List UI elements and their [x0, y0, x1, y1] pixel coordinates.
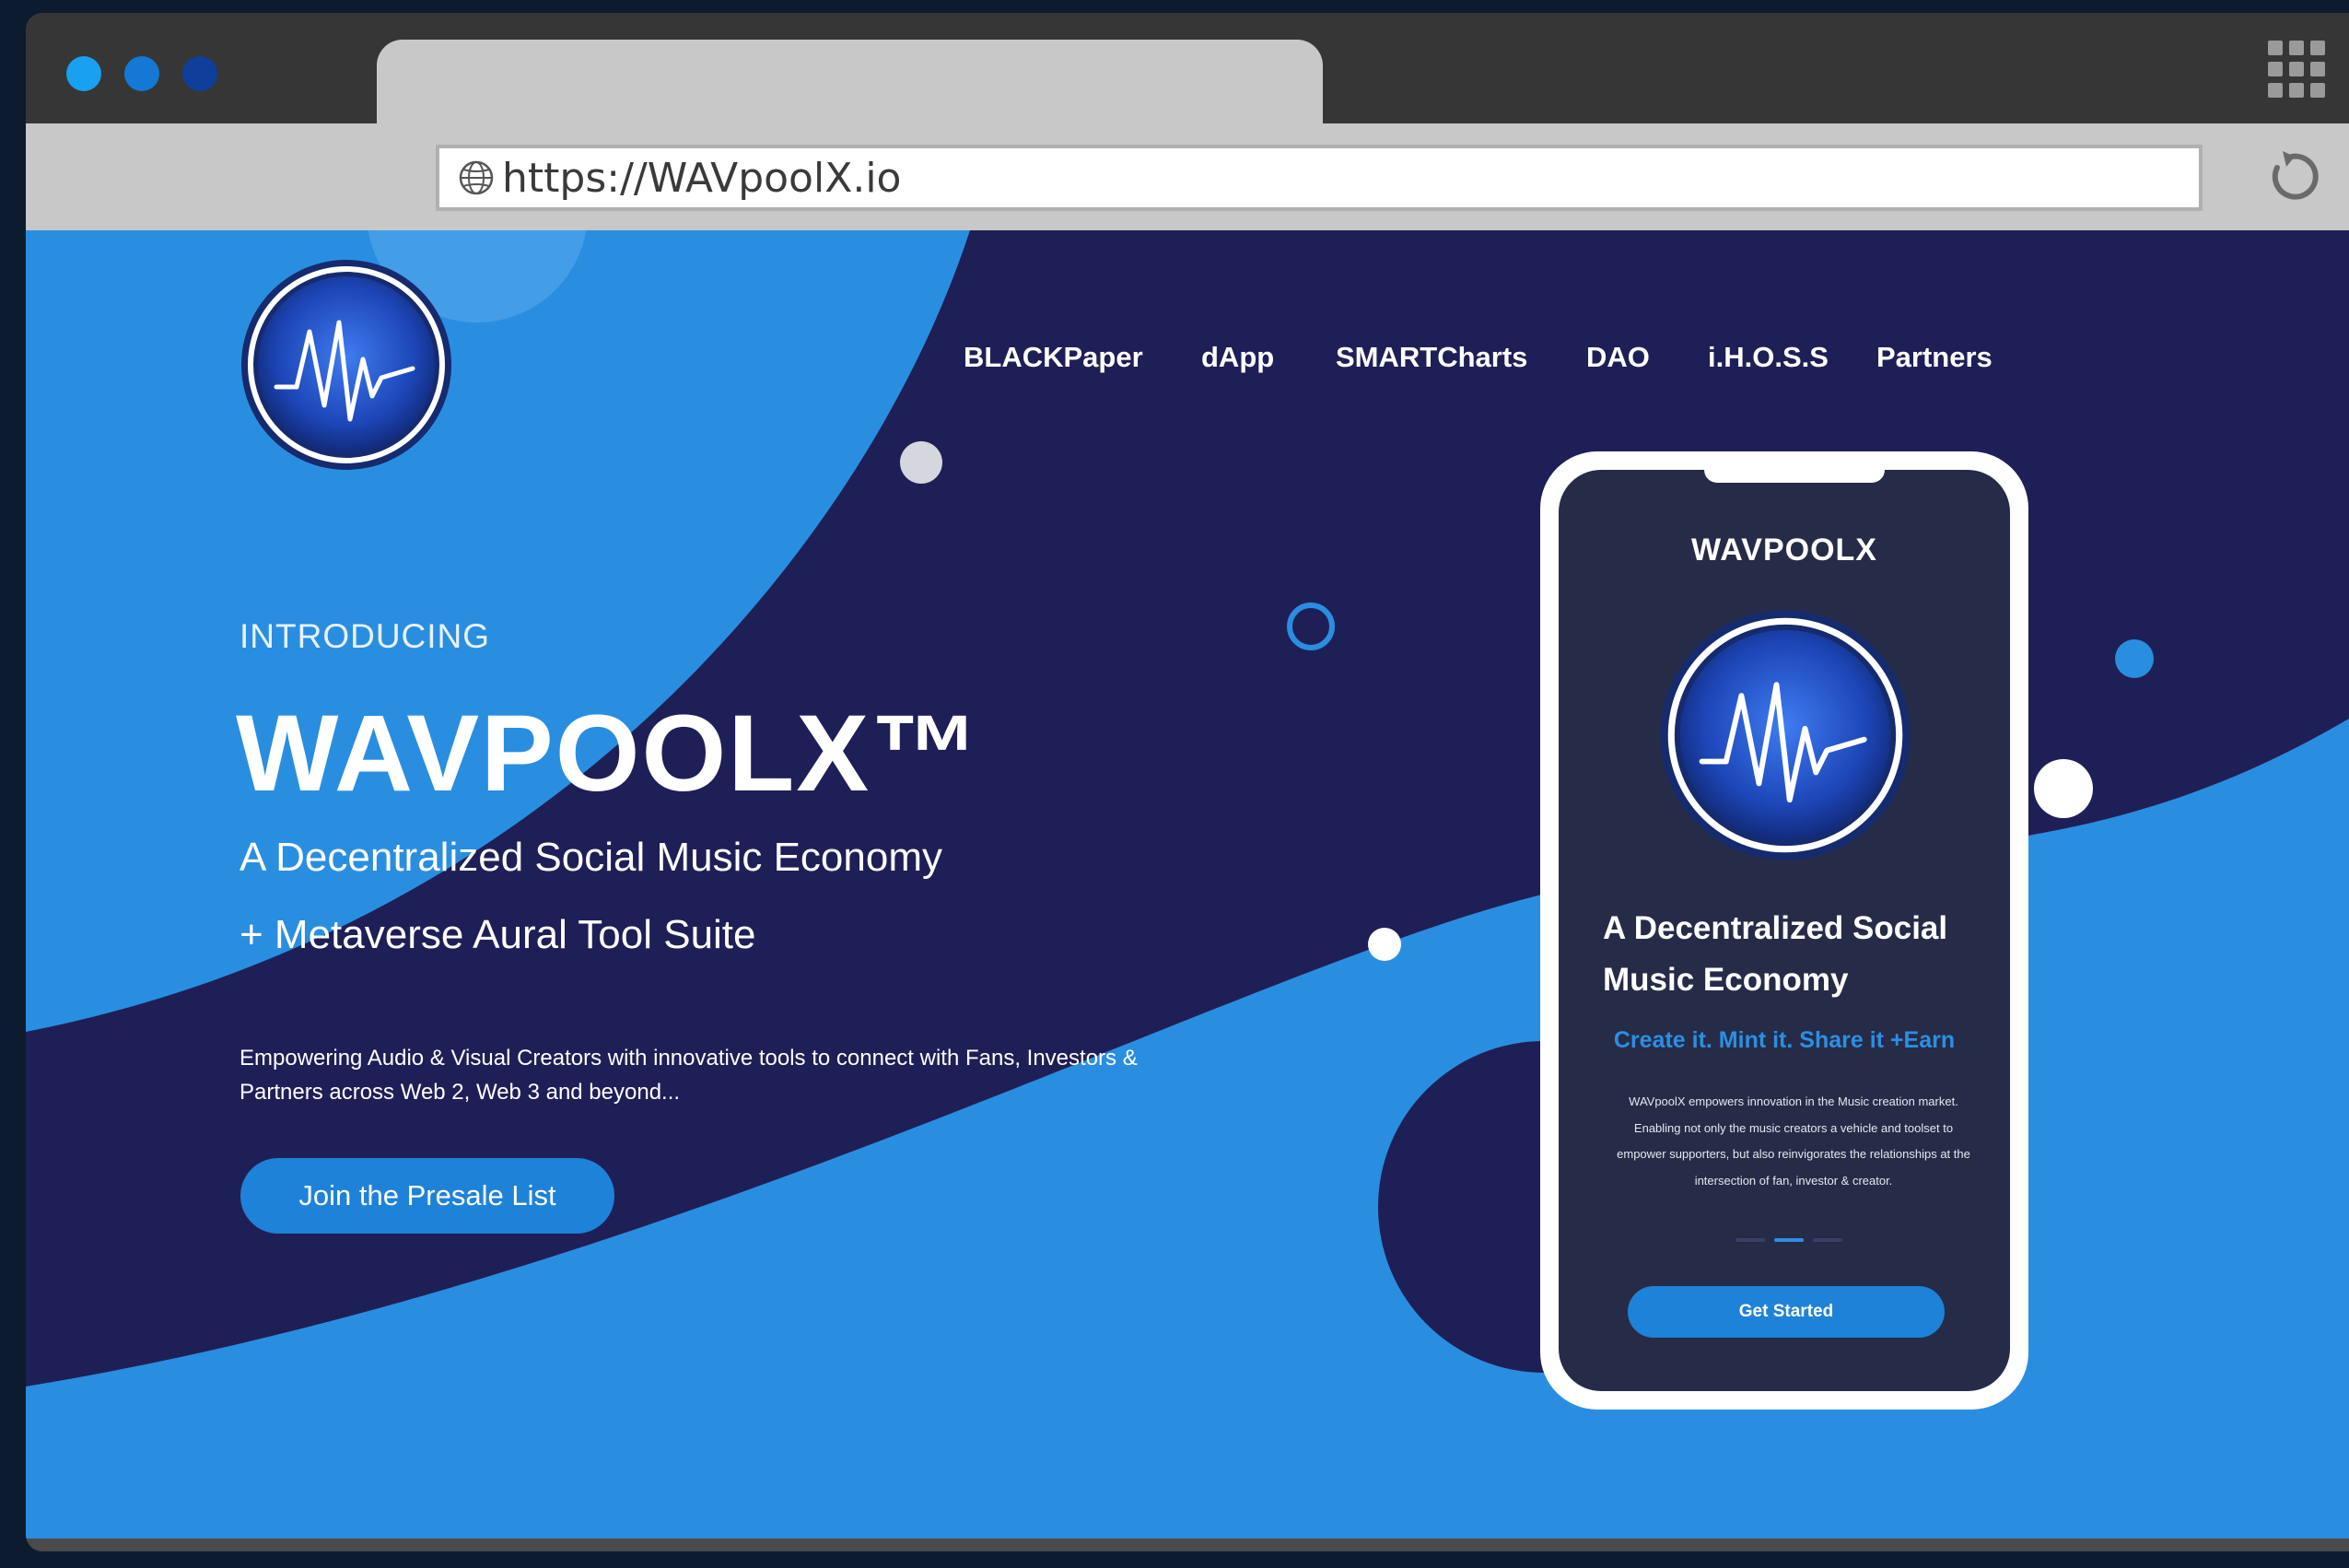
- maximize-window-button[interactable]: [182, 56, 217, 91]
- window-bottom-edge: [26, 1539, 2349, 1551]
- browser-window: https://WAVpoolX.io BLACKPaper dApp SMAR…: [26, 13, 2349, 1551]
- title-bar: [26, 13, 2349, 137]
- nav-dao[interactable]: DAO: [1586, 341, 1650, 374]
- phone-screen: WAVPOOLX A Decentralized Social Music Ec…: [1559, 470, 2010, 1391]
- get-started-button[interactable]: Get Started: [1628, 1286, 1945, 1338]
- nav-smartcharts[interactable]: SMARTCharts: [1336, 341, 1527, 374]
- nav-blackpaper[interactable]: BLACKPaper: [964, 341, 1143, 374]
- nav-dapp[interactable]: dApp: [1201, 341, 1274, 374]
- hero-intro: INTRODUCING: [240, 617, 491, 655]
- browser-toolbar: https://WAVpoolX.io: [26, 123, 2349, 230]
- phone-body-text: WAVpoolX empowers innovation in the Musi…: [1617, 1094, 1970, 1188]
- web-page: BLACKPaper dApp SMARTCharts DAO i.H.O.S.…: [26, 230, 2349, 1539]
- phone-mockup: WAVPOOLX A Decentralized Social Music Ec…: [1540, 451, 2028, 1410]
- url-text[interactable]: https://WAVpoolX.io: [502, 155, 901, 202]
- hero-description: Empowering Audio & Visual Creators with …: [240, 1046, 1138, 1105]
- join-presale-button[interactable]: Join the Presale List: [240, 1158, 614, 1234]
- hero-brand-title: WAVPOOLX™: [236, 693, 982, 814]
- phone-brand: WAVPOOLX: [1691, 532, 1877, 568]
- close-window-button[interactable]: [66, 56, 101, 91]
- phone-notch: [1704, 470, 1885, 483]
- main-nav: BLACKPaper dApp SMARTCharts DAO i.H.O.S.…: [26, 341, 2349, 387]
- phone-logo: [1660, 610, 1911, 860]
- phone-title: A Decentralized Social Music Economy: [1603, 910, 1948, 998]
- address-bar[interactable]: https://WAVpoolX.io: [436, 145, 2203, 211]
- minimize-window-button[interactable]: [124, 56, 159, 91]
- nav-partners[interactable]: Partners: [1876, 341, 1993, 374]
- globe-icon: [459, 160, 494, 195]
- hero-tagline-1: A Decentralized Social Music Economy: [240, 835, 942, 880]
- hero-tagline-2: + Metaverse Aural Tool Suite: [240, 912, 756, 957]
- reload-icon[interactable]: [2264, 147, 2323, 206]
- phone-subtitle: Create it. Mint it. Share it +Earn: [1613, 1027, 1956, 1053]
- apps-grid-icon[interactable]: [2268, 41, 2325, 98]
- carousel-indicator[interactable]: [1735, 1238, 1855, 1244]
- nav-ihoss[interactable]: i.H.O.S.S: [1708, 341, 1829, 374]
